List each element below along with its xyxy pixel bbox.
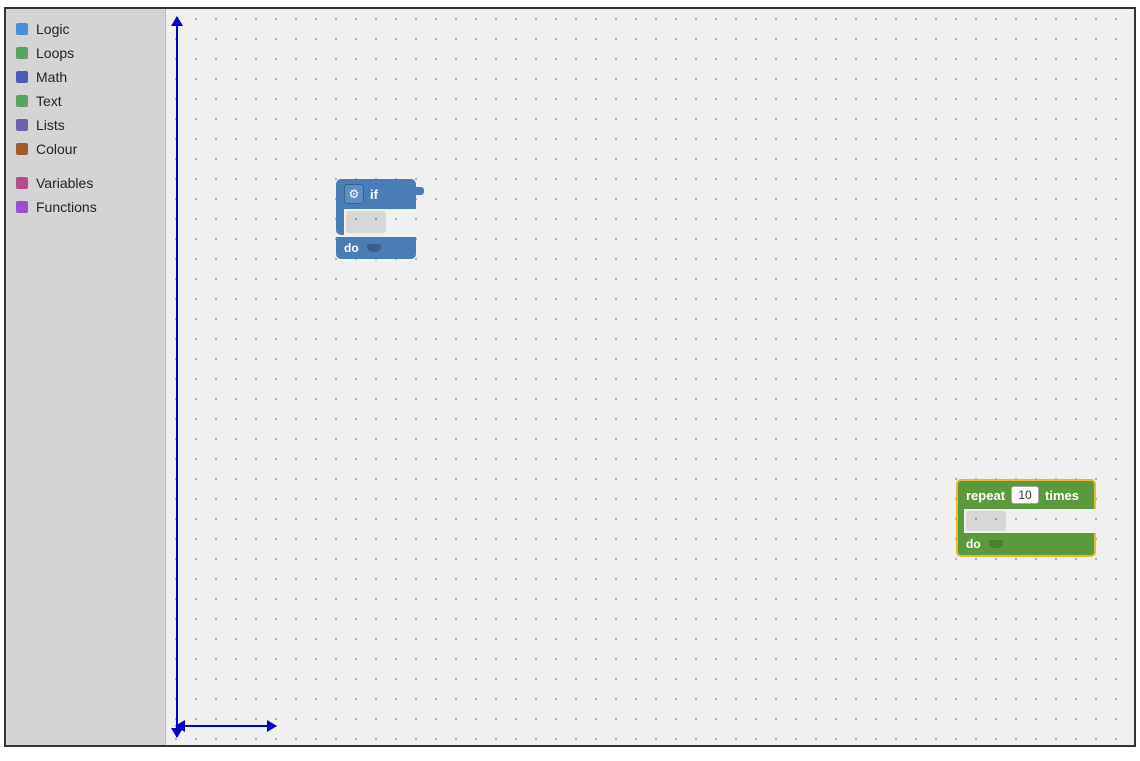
sidebar-label-logic: Logic: [36, 21, 69, 37]
repeat-bottom-bar: do: [956, 533, 1096, 557]
sidebar-label-variables: Variables: [36, 175, 93, 191]
if-block[interactable]: ⚙ if do: [336, 179, 416, 259]
repeat-block[interactable]: repeat 10 times do: [956, 479, 1096, 557]
repeat-do-label: do: [966, 537, 981, 551]
logic-color: [16, 23, 28, 35]
sidebar-label-functions: Functions: [36, 199, 97, 215]
sidebar-label-loops: Loops: [36, 45, 74, 61]
repeat-label: repeat: [966, 488, 1005, 503]
repeat-value[interactable]: 10: [1011, 486, 1039, 504]
sidebar-item-math[interactable]: Math: [6, 65, 165, 89]
colour-color: [16, 143, 28, 155]
functions-color: [16, 201, 28, 213]
if-right-connector: [414, 187, 424, 195]
horizontal-arrow: [176, 725, 276, 727]
sidebar: Logic Loops Math Text Lists Colour Varia…: [6, 9, 166, 745]
sidebar-label-math: Math: [36, 69, 67, 85]
if-do-label: do: [344, 241, 359, 255]
sidebar-label-text: Text: [36, 93, 62, 109]
sidebar-item-logic[interactable]: Logic: [6, 17, 165, 41]
sidebar-item-colour[interactable]: Colour: [6, 137, 165, 161]
if-block-shape: ⚙ if do: [336, 179, 416, 259]
sidebar-item-functions[interactable]: Functions: [6, 195, 165, 219]
if-label: if: [370, 187, 378, 202]
repeat-block-shape: repeat 10 times do: [956, 479, 1096, 557]
text-color: [16, 95, 28, 107]
sidebar-label-lists: Lists: [36, 117, 65, 133]
math-color: [16, 71, 28, 83]
times-label: times: [1045, 488, 1079, 503]
main-container: Logic Loops Math Text Lists Colour Varia…: [4, 7, 1136, 747]
sidebar-item-variables[interactable]: Variables: [6, 171, 165, 195]
repeat-top-bar: repeat 10 times: [956, 479, 1096, 509]
gear-icon[interactable]: ⚙: [344, 184, 364, 204]
vertical-arrow: [176, 17, 178, 737]
sidebar-item-lists[interactable]: Lists: [6, 113, 165, 137]
sidebar-item-loops[interactable]: Loops: [6, 41, 165, 65]
sidebar-item-text[interactable]: Text: [6, 89, 165, 113]
block-canvas[interactable]: ⚙ if do repeat 10 time: [166, 9, 1134, 745]
sidebar-label-colour: Colour: [36, 141, 77, 157]
loops-color: [16, 47, 28, 59]
if-top-bar: ⚙ if: [336, 179, 416, 209]
lists-color: [16, 119, 28, 131]
variables-color: [16, 177, 28, 189]
if-bottom-bar: do: [336, 237, 416, 259]
